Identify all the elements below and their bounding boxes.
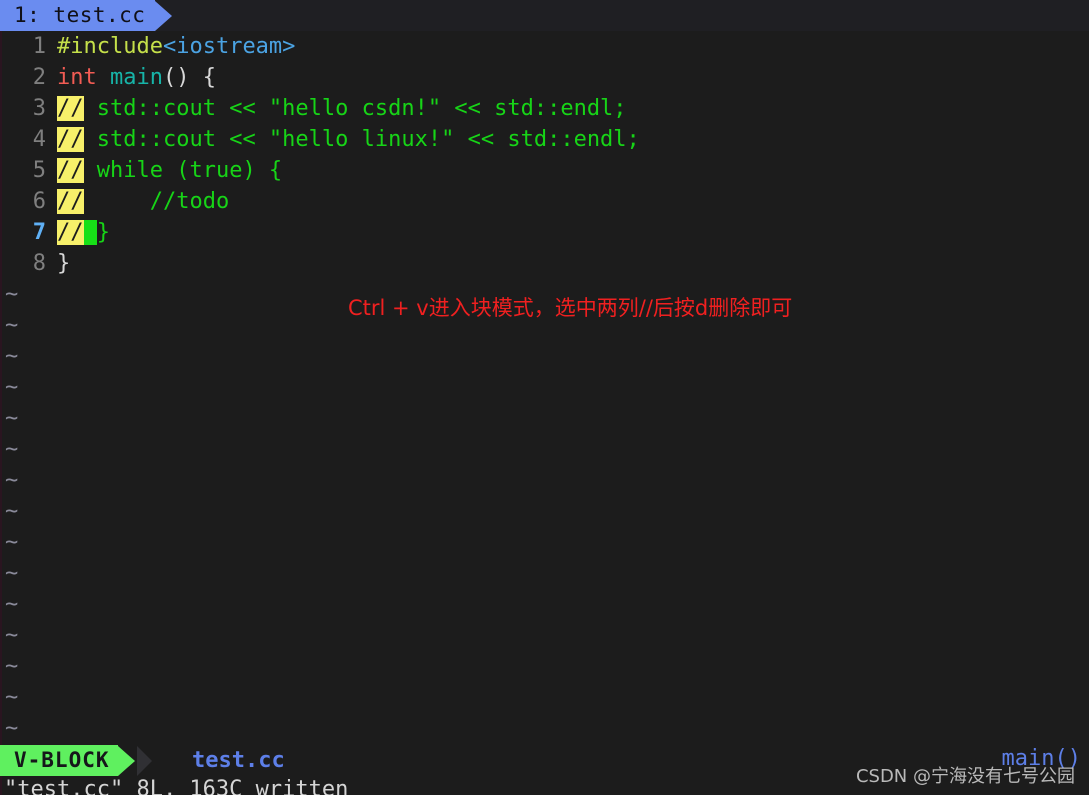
tilde-marker: ~ — [5, 592, 19, 617]
buffer-line[interactable]: 7 //x} — [0, 217, 1089, 248]
code-token: } — [96, 220, 110, 245]
selected-text: // — [57, 127, 84, 152]
tilde-marker: ~ — [5, 437, 19, 462]
mode-arrow-icon — [117, 745, 135, 776]
empty-buffer-line: ~ — [0, 434, 1089, 465]
line-number: 8 — [32, 251, 46, 276]
buffer-line[interactable]: 3 // std::cout << "hello csdn!" << std::e… — [0, 93, 1089, 124]
buffer-line[interactable]: 2 int main() { — [0, 62, 1089, 93]
vim-editor-window: 1: test.cc 1 #include<iostream> 2 int main(… — [0, 0, 1089, 795]
line-content: #include<iostream> — [57, 31, 295, 62]
line-number: 2 — [32, 65, 46, 90]
tilde-marker: ~ — [5, 530, 19, 555]
line-content: // while (true) { — [57, 155, 282, 186]
tilde-marker: ~ — [5, 375, 19, 400]
statusline-filename: test.cc — [192, 748, 285, 773]
tilde-marker: ~ — [5, 313, 19, 338]
tab-arrow-icon — [155, 0, 173, 31]
buffer-line[interactable]: 8} — [0, 248, 1089, 279]
code-token: } — [57, 251, 71, 276]
tilde-marker: ~ — [5, 654, 19, 679]
line-number: 5 — [32, 158, 46, 183]
selected-text: // — [57, 220, 84, 245]
empty-buffer-line: ~ — [0, 341, 1089, 372]
selected-text: // — [57, 158, 84, 183]
line-number: 4 — [32, 127, 46, 152]
cursor-block: x — [83, 220, 97, 245]
empty-buffer-line: ~ — [0, 713, 1089, 744]
tilde-marker: ~ — [5, 468, 19, 493]
buffer-line[interactable]: 1 #include<iostream> — [0, 31, 1089, 62]
tilde-marker: ~ — [5, 406, 19, 431]
tilde-marker: ~ — [5, 716, 19, 741]
command-line-message: "test.cc" 8L, 163C written — [4, 777, 349, 795]
line-content: //x} — [57, 217, 110, 248]
tabline: 1: test.cc — [0, 0, 1089, 31]
mode-label: V-BLOCK — [0, 745, 118, 776]
code-token: #include — [57, 34, 163, 59]
tab-test-cc[interactable]: 1: test.cc — [0, 0, 173, 31]
line-content: // std::cout << "hello csdn!" << std::en… — [57, 93, 627, 124]
line-number: 3 — [32, 96, 46, 121]
line-content: } — [57, 248, 70, 279]
buffer-line[interactable]: 5 // while (true) { — [0, 155, 1089, 186]
tilde-marker: ~ — [5, 623, 19, 648]
empty-buffer-line: ~ — [0, 403, 1089, 434]
code-token: int — [57, 65, 97, 90]
annotation-text: Ctrl + v进入块模式，选中两列//后按d删除即可 — [348, 296, 793, 320]
code-token: main — [110, 65, 163, 90]
buffer-line[interactable]: 6 // //todo — [0, 186, 1089, 217]
code-token: <iostream> — [162, 34, 296, 59]
code-token: std::cout << "hello csdn!" << std::endl; — [83, 96, 627, 121]
text-buffer[interactable]: 1 #include<iostream> 2 int main() { 3 // std:… — [0, 31, 1089, 745]
code-token: std::cout << "hello linux!" << std::endl… — [83, 127, 640, 152]
empty-buffer-line: ~ — [0, 682, 1089, 713]
line-number: 7 — [32, 220, 46, 245]
buffer-line[interactable]: 4 // std::cout << "hello linux!" << std::… — [0, 124, 1089, 155]
empty-buffer-line: ~ — [0, 527, 1089, 558]
selected-text: // — [57, 189, 84, 214]
empty-buffer-line: ~ — [0, 558, 1089, 589]
tilde-marker: ~ — [5, 344, 19, 369]
code-token: while (true) { — [83, 158, 283, 183]
empty-buffer-line: ~ — [0, 620, 1089, 651]
mode-indicator: V-BLOCK — [0, 745, 152, 776]
empty-buffer-line: ~ — [0, 651, 1089, 682]
csdn-watermark: CSDN @宁海没有七号公园 — [855, 766, 1075, 787]
code-token: //todo — [83, 189, 230, 214]
empty-buffer-line: ~ — [0, 496, 1089, 527]
empty-buffer-line: ~ — [0, 372, 1089, 403]
empty-buffer-line: ~ — [0, 589, 1089, 620]
tilde-marker: ~ — [5, 561, 19, 586]
line-content: int main() { — [57, 62, 216, 93]
line-content: // std::cout << "hello linux!" << std::e… — [57, 124, 640, 155]
line-content: // //todo — [57, 186, 229, 217]
tab-label: 1: test.cc — [0, 0, 156, 31]
line-number: 1 — [32, 34, 46, 59]
tilde-marker: ~ — [5, 685, 19, 710]
tilde-marker: ~ — [5, 282, 19, 307]
empty-buffer-line: ~ — [0, 465, 1089, 496]
line-number: 6 — [32, 189, 46, 214]
code-token: () { — [162, 65, 216, 90]
statusline-separator-icon — [136, 745, 152, 776]
tilde-marker: ~ — [5, 499, 19, 524]
selected-text: // — [57, 96, 84, 121]
